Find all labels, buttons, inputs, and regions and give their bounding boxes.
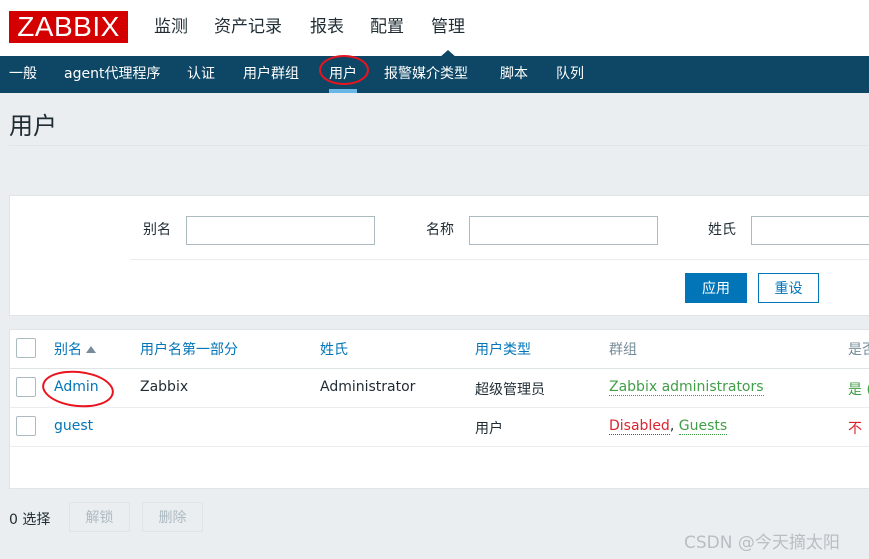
filter-name-input[interactable] — [469, 216, 658, 245]
filter-surname-input[interactable] — [751, 216, 869, 245]
filter-name-label: 名称 — [426, 222, 454, 238]
header-alias[interactable]: 别名 — [54, 339, 96, 359]
main-nav-reports[interactable]: 报表 — [310, 14, 344, 40]
user-surname: Administrator — [320, 379, 416, 395]
main-nav-configuration[interactable]: 配置 — [370, 14, 404, 40]
sub-nav-users[interactable]: 用户 — [329, 56, 357, 93]
watermark-text: CSDN @今天摘太阳 — [684, 533, 840, 553]
filter-surname-label: 姓氏 — [708, 222, 736, 238]
user-status[interactable]: 不 — [848, 418, 862, 438]
page-title: 用户 — [9, 112, 57, 140]
user-name: Zabbix — [140, 379, 189, 395]
header-groups: 群组 — [609, 342, 637, 358]
main-nav-monitoring[interactable]: 监测 — [154, 14, 188, 40]
delete-button[interactable]: 删除 — [142, 502, 203, 532]
row-checkbox[interactable] — [16, 416, 36, 436]
header-status: 是否 — [848, 342, 869, 358]
sub-nav: 一般 agent代理程序 认证 用户群组 用户 报警媒介类型 脚本 队列 — [0, 56, 869, 93]
sub-nav-user-groups[interactable]: 用户群组 — [243, 56, 299, 93]
zabbix-logo[interactable]: ZABBIX — [9, 11, 128, 43]
user-status[interactable]: 是 ( — [848, 379, 869, 399]
row-checkbox[interactable] — [16, 377, 36, 397]
group-link[interactable]: Zabbix administrators — [609, 379, 764, 396]
user-type: 超级管理员 — [475, 382, 545, 398]
header-alias-label: 别名 — [54, 342, 82, 358]
sub-nav-queue[interactable]: 队列 — [556, 56, 584, 93]
main-nav-inventory[interactable]: 资产记录 — [214, 14, 282, 40]
header-divider — [10, 368, 869, 369]
header-user-type[interactable]: 用户类型 — [475, 339, 531, 359]
sub-nav-scripts[interactable]: 脚本 — [500, 56, 528, 93]
main-nav-administration[interactable]: 管理 — [431, 14, 465, 58]
sort-ascending-icon — [86, 346, 96, 353]
select-all-checkbox[interactable] — [16, 338, 36, 358]
users-table — [9, 329, 869, 489]
filter-alias-input[interactable] — [186, 216, 375, 245]
user-type: 用户 — [475, 421, 503, 437]
unlock-button[interactable]: 解锁 — [69, 502, 130, 532]
filter-alias-label: 别名 — [143, 222, 171, 238]
user-alias-link[interactable]: guest — [54, 418, 93, 434]
selected-count: 0 选择 — [9, 512, 51, 528]
group-separator: , — [669, 418, 679, 434]
header-surname[interactable]: 姓氏 — [320, 339, 348, 359]
row-divider — [10, 407, 869, 408]
sub-nav-authentication[interactable]: 认证 — [187, 56, 215, 93]
user-alias-link[interactable]: Admin — [54, 379, 99, 395]
sub-nav-media-types[interactable]: 报警媒介类型 — [384, 56, 468, 93]
user-groups: Disabled, Guests — [609, 418, 728, 435]
title-divider — [9, 145, 869, 146]
group-link[interactable]: Guests — [678, 418, 728, 435]
group-link[interactable]: Disabled — [609, 418, 670, 435]
logo-text: ZABBIX — [17, 11, 120, 42]
filter-divider — [130, 259, 869, 260]
sub-nav-proxies[interactable]: agent代理程序 — [64, 56, 160, 93]
reset-button[interactable]: 重设 — [758, 273, 819, 303]
apply-button[interactable]: 应用 — [685, 273, 747, 303]
user-groups: Zabbix administrators — [609, 379, 764, 396]
sub-nav-general[interactable]: 一般 — [9, 56, 37, 93]
row-divider — [10, 446, 869, 447]
header-name[interactable]: 用户名第一部分 — [140, 339, 238, 359]
